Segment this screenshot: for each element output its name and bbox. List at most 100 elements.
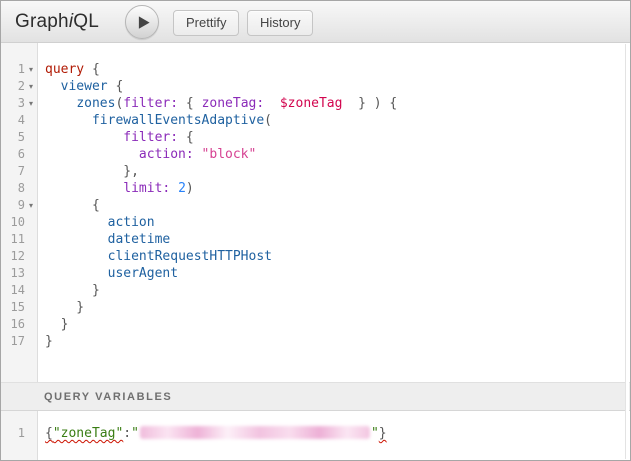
code-token: }, xyxy=(45,164,139,179)
code-line[interactable]: } xyxy=(45,316,625,333)
code-line[interactable]: } xyxy=(45,333,625,350)
code-token: : xyxy=(123,426,131,441)
gutter-line: 14 xyxy=(1,282,37,299)
code-line[interactable]: } xyxy=(45,299,625,316)
code-line[interactable]: action xyxy=(45,214,625,231)
code-token: $zoneTag xyxy=(280,96,343,111)
code-line[interactable]: firewallEventsAdaptive( xyxy=(45,112,625,129)
play-icon xyxy=(126,9,158,37)
app-title: GraphiQL xyxy=(15,11,99,33)
gutter-line: 1▾ xyxy=(1,61,37,78)
gutter-line: 3▾ xyxy=(1,95,37,112)
code-token: firewallEventsAdaptive xyxy=(92,113,264,128)
line-number: 1 xyxy=(1,61,25,78)
code-token xyxy=(45,232,108,247)
gutter-line: 11 xyxy=(1,231,37,248)
code-token: ( xyxy=(264,113,272,128)
code-line[interactable]: query { xyxy=(45,61,625,78)
history-button[interactable]: History xyxy=(247,10,313,36)
code-token: datetime xyxy=(108,232,171,247)
gutter-line: 2▾ xyxy=(1,78,37,95)
code-token: } xyxy=(45,317,68,332)
fold-arrow-icon[interactable]: ▾ xyxy=(25,95,37,112)
gutter-line: 8 xyxy=(1,180,37,197)
prettify-button[interactable]: Prettify xyxy=(173,10,239,36)
code-line[interactable]: action: "block" xyxy=(45,146,625,163)
code-token: } xyxy=(45,283,100,298)
code-token xyxy=(170,181,178,196)
line-number: 5 xyxy=(1,129,25,146)
code-token: 2 xyxy=(178,181,186,196)
line-number: 17 xyxy=(1,333,25,350)
code-line[interactable]: filter: { xyxy=(45,129,625,146)
query-editor[interactable]: 1▾2▾3▾456789▾1011121314151617 query { vi… xyxy=(1,43,630,382)
code-token: query xyxy=(45,62,84,77)
fold-arrow-icon[interactable]: ▾ xyxy=(25,197,37,214)
gutter-line: 6 xyxy=(1,146,37,163)
scrollbar-gutter xyxy=(625,44,629,459)
line-number: 12 xyxy=(1,248,25,265)
gutter-line: 1 xyxy=(1,425,37,442)
code-line[interactable]: clientRequestHTTPHost xyxy=(45,248,625,265)
gutter-line: 4 xyxy=(1,112,37,129)
fold-arrow-icon[interactable]: ▾ xyxy=(25,61,37,78)
code-token: } xyxy=(45,334,53,349)
query-variables-header[interactable]: QUERY VARIABLES xyxy=(1,382,630,411)
code-line[interactable]: { xyxy=(45,197,625,214)
code-token: { xyxy=(178,130,194,145)
gutter-line: 9▾ xyxy=(1,197,37,214)
variables-editor-code[interactable]: {"zoneTag":""} xyxy=(39,411,625,460)
code-token xyxy=(45,266,108,281)
code-line[interactable]: {"zoneTag":""} xyxy=(45,425,625,442)
code-token: limit: xyxy=(123,181,170,196)
code-line[interactable]: }, xyxy=(45,163,625,180)
code-token xyxy=(45,113,92,128)
line-number: 3 xyxy=(1,95,25,112)
code-token: { xyxy=(178,96,201,111)
variables-editor[interactable]: 1 {"zoneTag":""} xyxy=(1,411,630,460)
line-number: 9 xyxy=(1,197,25,214)
app-title-ql: QL xyxy=(73,11,99,32)
variables-editor-gutter: 1 xyxy=(1,411,38,460)
execute-button[interactable] xyxy=(125,5,159,39)
line-number: 15 xyxy=(1,299,25,316)
code-token: { xyxy=(84,62,100,77)
line-number: 2 xyxy=(1,78,25,95)
query-editor-gutter: 1▾2▾3▾456789▾1011121314151617 xyxy=(1,43,38,382)
gutter-line: 10 xyxy=(1,214,37,231)
code-token: { xyxy=(45,198,100,213)
code-line[interactable]: userAgent xyxy=(45,265,625,282)
gutter-line: 16 xyxy=(1,316,37,333)
code-line[interactable]: viewer { xyxy=(45,78,625,95)
query-editor-code[interactable]: query { viewer { zones(filter: { zoneTag… xyxy=(39,43,625,382)
code-token: filter: xyxy=(123,130,178,145)
code-token: } ) { xyxy=(342,96,397,111)
code-token: viewer xyxy=(61,79,108,94)
line-number: 14 xyxy=(1,282,25,299)
gutter-line: 17 xyxy=(1,333,37,350)
code-token xyxy=(45,181,123,196)
code-token: clientRequestHTTPHost xyxy=(108,249,272,264)
gutter-line: 13 xyxy=(1,265,37,282)
code-token: "zoneTag" xyxy=(53,426,123,441)
code-line[interactable]: datetime xyxy=(45,231,625,248)
code-line[interactable]: limit: 2) xyxy=(45,180,625,197)
gutter-line: 15 xyxy=(1,299,37,316)
code-token: { xyxy=(108,79,124,94)
code-token: userAgent xyxy=(108,266,178,281)
fold-arrow-icon[interactable]: ▾ xyxy=(25,78,37,95)
code-token xyxy=(45,249,108,264)
code-token: filter: xyxy=(123,96,178,111)
code-token: "block" xyxy=(202,147,257,162)
code-token: ) xyxy=(186,181,194,196)
code-token xyxy=(45,96,76,111)
code-token: } xyxy=(45,300,84,315)
line-number: 16 xyxy=(1,316,25,333)
code-line[interactable]: zones(filter: { zoneTag: $zoneTag } ) { xyxy=(45,95,625,112)
code-token xyxy=(194,147,202,162)
app-title-graph: Graph xyxy=(15,11,69,32)
code-line[interactable]: } xyxy=(45,282,625,299)
line-number: 7 xyxy=(1,163,25,180)
graphiql-window: GraphiQL Prettify History 1▾2▾3▾456789▾1… xyxy=(0,0,631,461)
code-token xyxy=(45,215,108,230)
